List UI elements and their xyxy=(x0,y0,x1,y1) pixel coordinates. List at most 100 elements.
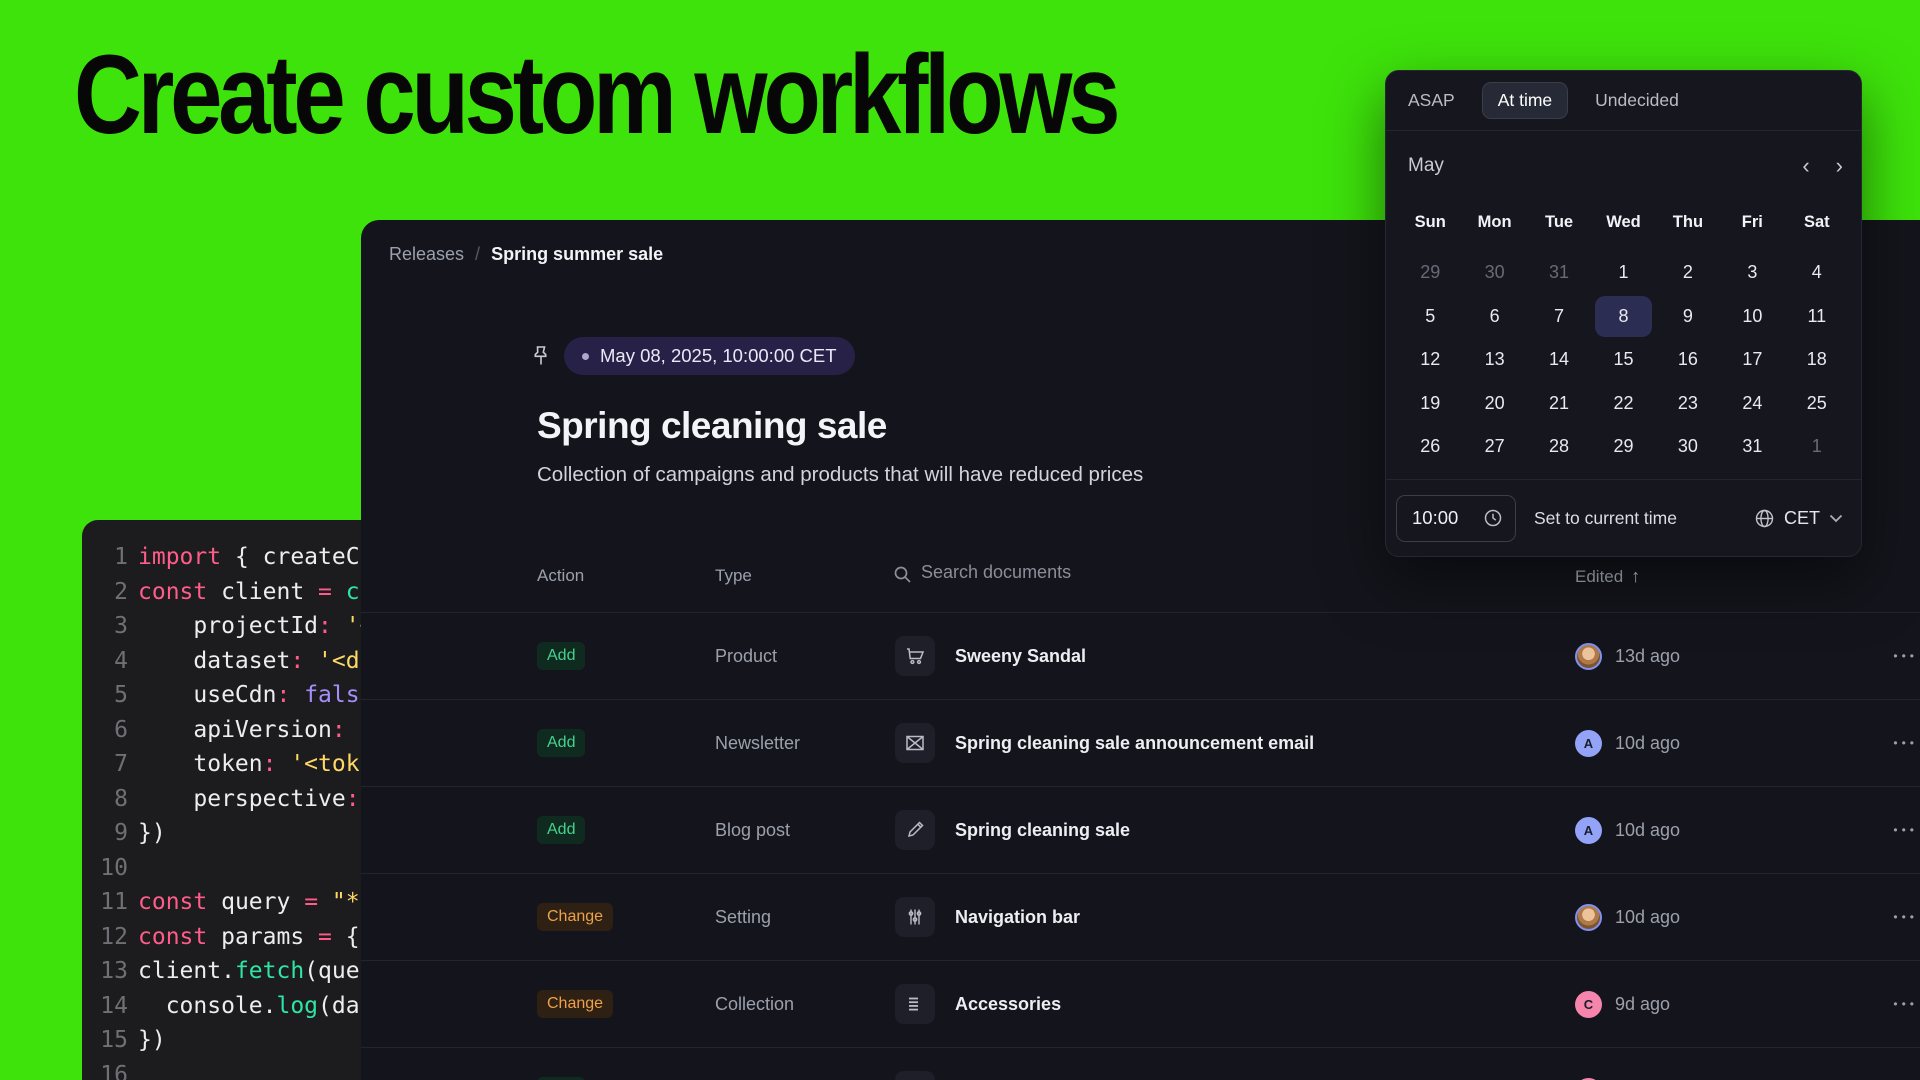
calendar-day[interactable]: 28 xyxy=(1527,425,1591,469)
breadcrumb-releases[interactable]: Releases xyxy=(389,244,464,265)
calendar-day[interactable]: 20 xyxy=(1462,382,1526,426)
envelope-icon xyxy=(895,723,935,763)
release-title: Spring cleaning sale xyxy=(537,405,887,447)
action-badge: Add xyxy=(537,816,585,844)
code-token: projectId xyxy=(138,613,318,639)
calendar-day[interactable]: 15 xyxy=(1591,338,1655,382)
tab-at-time[interactable]: At time xyxy=(1482,82,1568,119)
calendar-day[interactable]: 30 xyxy=(1656,425,1720,469)
tab-undecided[interactable]: Undecided xyxy=(1595,83,1679,118)
calendar-day[interactable]: 27 xyxy=(1462,425,1526,469)
row-menu-button[interactable]: ••• xyxy=(1871,736,1920,750)
calendar-day[interactable]: 3 xyxy=(1720,251,1784,295)
row-menu-button[interactable]: ••• xyxy=(1871,997,1920,1011)
calendar-day[interactable]: 5 xyxy=(1398,295,1462,339)
timezone-selector[interactable]: CET xyxy=(1754,508,1843,529)
calendar-day[interactable]: 24 xyxy=(1720,382,1784,426)
code-token: log xyxy=(276,993,318,1019)
calendar-day[interactable]: 21 xyxy=(1527,382,1591,426)
line-number: 7 xyxy=(82,751,128,777)
calendar-day[interactable]: 13 xyxy=(1462,338,1526,382)
set-current-time-button[interactable]: Set to current time xyxy=(1534,508,1677,529)
search-box[interactable] xyxy=(889,554,1209,591)
calendar-day[interactable]: 11 xyxy=(1785,295,1849,339)
calendar-day[interactable]: 1 xyxy=(1591,251,1655,295)
calendar-day[interactable]: 16 xyxy=(1656,338,1720,382)
calendar-day[interactable]: 29 xyxy=(1398,251,1462,295)
document-title[interactable]: Spring cleaning sale xyxy=(935,820,1575,841)
previous-month-button[interactable]: ‹ xyxy=(1802,155,1809,177)
code-token: apiVersion xyxy=(138,717,332,743)
calendar-day[interactable]: 7 xyxy=(1527,295,1591,339)
code-token: = xyxy=(318,924,332,950)
table-row[interactable]: Add xyxy=(361,1047,1920,1080)
tab-asap[interactable]: ASAP xyxy=(1408,83,1455,118)
calendar-day[interactable]: 6 xyxy=(1462,295,1526,339)
release-subtitle: Collection of campaigns and products tha… xyxy=(537,463,1143,487)
calendar-day[interactable]: 2 xyxy=(1656,251,1720,295)
table-row[interactable]: Add Product Sweeny Sandal 13d ago ••• xyxy=(361,612,1920,699)
document-title[interactable]: Sweeny Sandal xyxy=(935,646,1575,667)
calendar-day[interactable]: 9 xyxy=(1656,295,1720,339)
action-badge: Change xyxy=(537,990,613,1018)
table-row[interactable]: Add Blog post Spring cleaning sale A 10d… xyxy=(361,786,1920,873)
type-cell: Newsletter xyxy=(715,733,895,754)
calendar-day[interactable]: 31 xyxy=(1720,425,1784,469)
calendar-day[interactable]: 30 xyxy=(1462,251,1526,295)
time-value: 10:00 xyxy=(1412,507,1458,529)
weekday-label: Wed xyxy=(1591,213,1655,232)
next-month-button[interactable]: › xyxy=(1836,155,1843,177)
code-token: console. xyxy=(138,993,276,1019)
calendar-day[interactable]: 12 xyxy=(1398,338,1462,382)
line-number: 16 xyxy=(82,1062,128,1080)
row-menu-button[interactable]: ••• xyxy=(1871,823,1920,837)
time-input[interactable]: 10:00 xyxy=(1396,495,1516,542)
calendar-day[interactable]: 22 xyxy=(1591,382,1655,426)
code-token: : xyxy=(276,682,290,708)
calendar-day[interactable]: 10 xyxy=(1720,295,1784,339)
edited-cell: A 10d ago xyxy=(1575,817,1871,844)
calendar-day[interactable]: 18 xyxy=(1785,338,1849,382)
calendar-day-selected[interactable]: 8 xyxy=(1595,296,1651,338)
document-icon xyxy=(895,1071,935,1080)
calendar-day[interactable]: 23 xyxy=(1656,382,1720,426)
edited-time: 9d ago xyxy=(1615,994,1670,1015)
column-header-edited[interactable]: Edited ↑ xyxy=(1575,566,1640,587)
table-row[interactable]: Change Setting Navigation bar 10d ago ••… xyxy=(361,873,1920,960)
table-row[interactable]: Add Newsletter Spring cleaning sale anno… xyxy=(361,699,1920,786)
row-menu-button[interactable]: ••• xyxy=(1871,649,1920,663)
schedule-pill[interactable]: May 08, 2025, 10:00:00 CET xyxy=(564,337,855,375)
code-token: perspective xyxy=(138,786,346,812)
weekday-label: Sat xyxy=(1785,213,1849,232)
calendar-day[interactable]: 1 xyxy=(1785,425,1849,469)
line-number: 3 xyxy=(82,613,128,639)
weekday-label: Sun xyxy=(1398,213,1462,232)
weekday-label: Tue xyxy=(1527,213,1591,232)
schedule-pill-label: May 08, 2025, 10:00:00 CET xyxy=(600,345,837,367)
document-title[interactable]: Spring cleaning sale announcement email xyxy=(935,733,1575,754)
row-menu-button[interactable]: ••• xyxy=(1871,910,1920,924)
code-token: const xyxy=(138,924,207,950)
code-token: = xyxy=(304,889,318,915)
calendar-day[interactable]: 4 xyxy=(1785,251,1849,295)
search-input[interactable] xyxy=(889,554,1209,591)
calendar-day[interactable]: 14 xyxy=(1527,338,1591,382)
calendar-day[interactable]: 29 xyxy=(1591,425,1655,469)
calendar-day[interactable]: 26 xyxy=(1398,425,1462,469)
column-header-type: Type xyxy=(715,566,752,586)
table-row[interactable]: Change Collection Accessories C 9d ago •… xyxy=(361,960,1920,1047)
document-title[interactable]: Accessories xyxy=(935,994,1575,1015)
calendar-day[interactable]: 17 xyxy=(1720,338,1784,382)
code-token: token xyxy=(138,751,263,777)
code-token: params xyxy=(207,924,318,950)
calendar-grid: 2930311234567891011121314151617181920212… xyxy=(1398,251,1849,469)
code-token: : xyxy=(290,648,304,674)
breadcrumb-current: Spring summer sale xyxy=(491,244,663,265)
pin-icon[interactable] xyxy=(531,345,551,367)
calendar-day[interactable]: 25 xyxy=(1785,382,1849,426)
calendar-day[interactable]: 19 xyxy=(1398,382,1462,426)
pencil-icon xyxy=(895,810,935,850)
calendar-day[interactable]: 31 xyxy=(1527,251,1591,295)
document-title[interactable]: Navigation bar xyxy=(935,907,1575,928)
edited-time: 10d ago xyxy=(1615,733,1680,754)
